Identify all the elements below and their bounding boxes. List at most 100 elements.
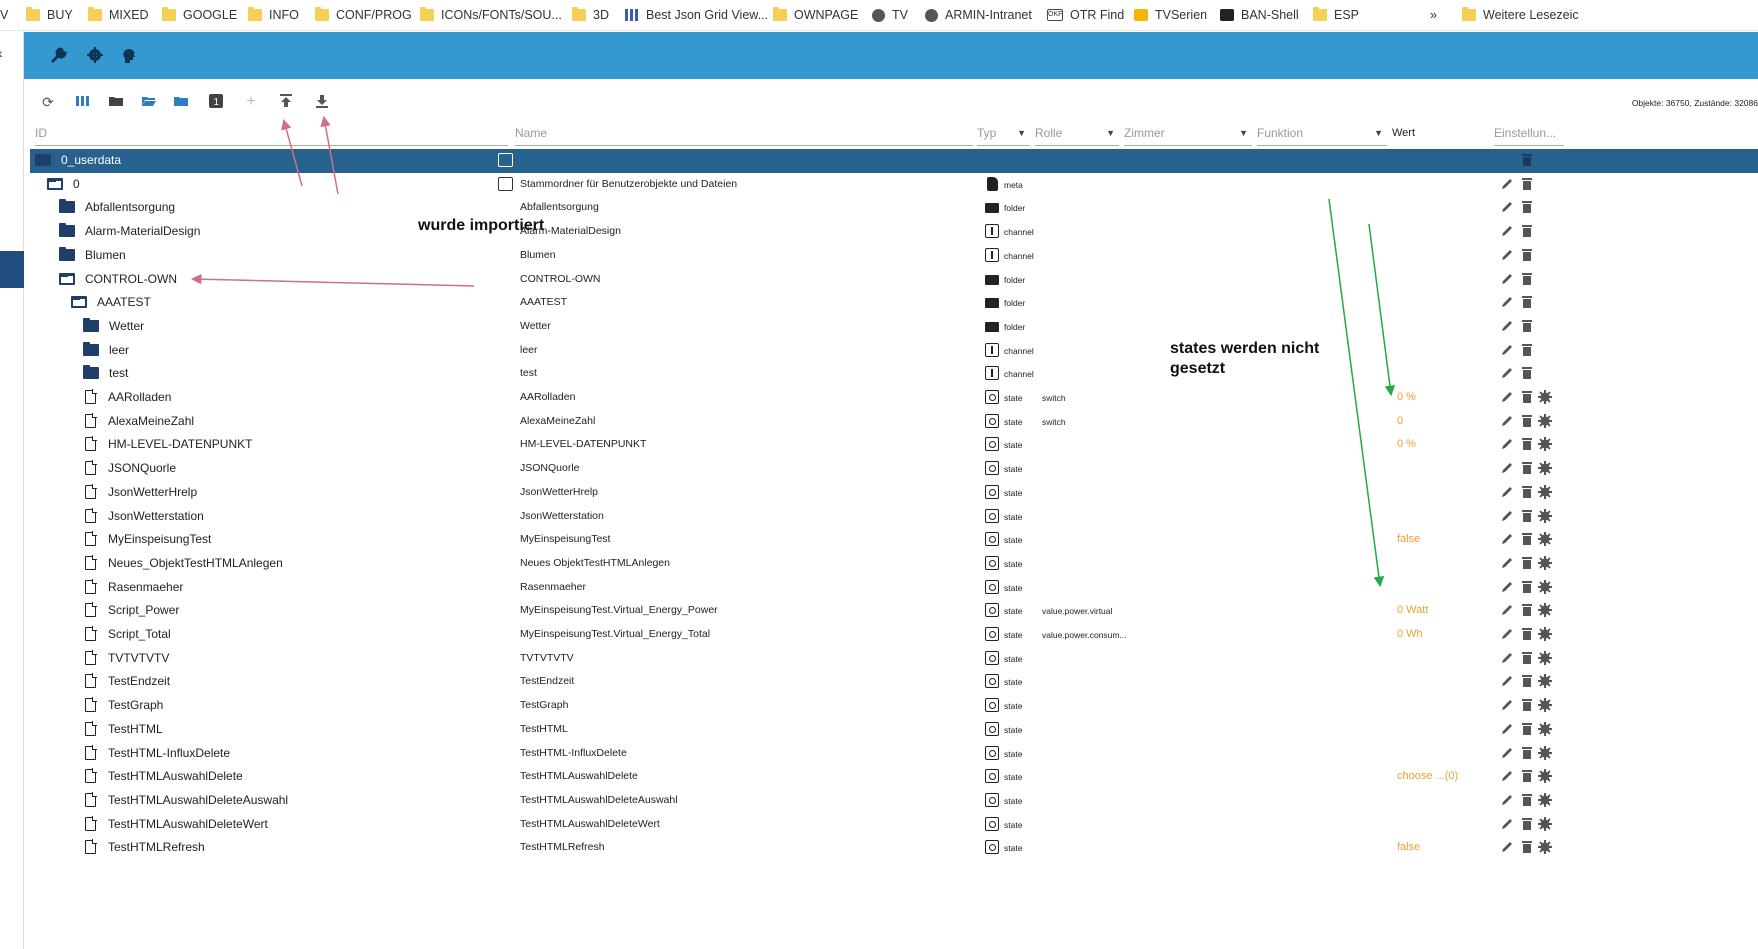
edit-icon[interactable] [1500, 627, 1514, 642]
tree-row[interactable]: TestHTMLAuswahlDelete TestHTMLAuswahlDele… [30, 765, 1758, 789]
left-strip-chevron[interactable]: ‹ [0, 45, 3, 61]
tree-row[interactable]: 0 Stammordner für Benutzerobjekte und Dat… [30, 173, 1758, 197]
gear-icon[interactable] [1538, 555, 1552, 571]
file-icon[interactable] [85, 507, 97, 523]
delete-icon[interactable] [1520, 769, 1534, 784]
delete-icon[interactable] [1520, 603, 1534, 618]
tree-row[interactable]: JsonWetterHrelp JsonWetterHrelp state [30, 481, 1758, 505]
delete-icon[interactable] [1520, 248, 1534, 263]
gear-icon[interactable] [1538, 603, 1552, 618]
file-icon[interactable] [85, 436, 97, 452]
folder-open-icon[interactable] [59, 272, 75, 285]
edit-icon[interactable] [1500, 319, 1514, 334]
bookmark-item[interactable]: OWNPAGE [773, 6, 858, 24]
bookmark-item[interactable]: V [0, 6, 8, 24]
edit-icon[interactable] [1500, 722, 1514, 737]
delete-icon[interactable] [1520, 461, 1534, 476]
id-cell[interactable]: HM-LEVEL-DATENPUNKT [83, 436, 252, 452]
delete-icon[interactable] [1520, 224, 1534, 239]
id-cell[interactable]: 0_userdata [35, 153, 121, 167]
tree-row[interactable]: MyEinspeisungTest MyEinspeisungTest state f… [30, 528, 1758, 552]
delete-icon[interactable] [1520, 343, 1534, 358]
delete-icon[interactable] [1520, 840, 1534, 855]
file-icon[interactable] [85, 791, 97, 807]
col-role-select[interactable]: Rolle ▼ [1035, 124, 1119, 146]
gear-icon[interactable] [1538, 413, 1552, 429]
tree-row[interactable]: CONTROL-OWN CONTROL-OWN folder [30, 268, 1758, 292]
gear-icon[interactable] [1538, 816, 1552, 832]
col-room-select[interactable]: Zimmer ▼ [1124, 124, 1252, 146]
tree-row[interactable]: HM-LEVEL-DATENPUNKT HM-LEVEL-DATENPUNKT st… [30, 433, 1758, 457]
delete-icon[interactable] [1520, 651, 1534, 666]
folder-open-icon[interactable] [35, 154, 51, 166]
tree-row[interactable]: Blumen Blumen channel [30, 244, 1758, 268]
delete-icon[interactable] [1520, 746, 1534, 761]
edit-icon[interactable] [1500, 224, 1514, 239]
gear-icon[interactable] [1538, 745, 1552, 761]
edit-icon[interactable] [1500, 366, 1514, 381]
delete-icon[interactable] [1520, 485, 1534, 500]
edit-icon[interactable] [1500, 272, 1514, 287]
id-cell[interactable]: TestHTMLAuswahlDelete [83, 768, 243, 784]
head-icon[interactable] [120, 46, 138, 64]
id-cell[interactable]: leer [83, 341, 129, 357]
delete-icon[interactable] [1520, 722, 1534, 737]
bookmark-item[interactable]: 3D [572, 6, 609, 24]
edit-icon[interactable] [1500, 200, 1514, 215]
upload-icon[interactable] [278, 94, 294, 110]
tree-row[interactable]: TestHTMLAuswahlDeleteWert TestHTMLAuswahl… [30, 813, 1758, 837]
edit-icon[interactable] [1500, 461, 1514, 476]
col-name-filter[interactable]: Name [515, 124, 973, 146]
tree-row[interactable]: AlexaMeineZahl AlexaMeineZahl state switch 0 [30, 410, 1758, 434]
object-value[interactable]: 0 Watt [1397, 604, 1428, 616]
delete-icon[interactable] [1520, 793, 1534, 808]
folder-icon[interactable] [83, 317, 99, 332]
gear-icon[interactable] [1538, 674, 1552, 689]
bookmark-item[interactable]: MIXED [88, 6, 149, 24]
edit-icon[interactable] [1500, 437, 1514, 452]
edit-icon[interactable] [1500, 580, 1514, 595]
id-cell[interactable]: Blumen [59, 246, 126, 262]
edit-icon[interactable] [1500, 651, 1514, 666]
gear-icon[interactable] [1538, 650, 1552, 666]
edit-icon[interactable] [1500, 485, 1514, 500]
id-cell[interactable]: Rasenmaeher [83, 578, 183, 594]
folder-open-icon[interactable] [141, 94, 157, 110]
delete-icon[interactable] [1520, 532, 1534, 547]
edit-icon[interactable] [1500, 698, 1514, 713]
tree-row[interactable]: test test channel [30, 362, 1758, 386]
tree-row[interactable]: TestHTMLRefresh TestHTMLRefresh state false [30, 836, 1758, 860]
gear-icon[interactable] [1538, 769, 1552, 784]
folder-blue-icon[interactable] [173, 94, 189, 110]
folder-icon[interactable] [59, 199, 75, 214]
folder-icon[interactable] [108, 94, 124, 110]
folder-icon[interactable] [83, 341, 99, 356]
number-one-icon[interactable]: 1 [208, 94, 224, 110]
id-cell[interactable]: Script_Power [83, 602, 179, 618]
edit-icon[interactable] [1500, 746, 1514, 761]
object-value[interactable]: false [1397, 533, 1420, 545]
col-type-select[interactable]: Typ ▼ [977, 124, 1030, 146]
edit-icon[interactable] [1500, 343, 1514, 358]
gear-icon[interactable] [1538, 390, 1552, 405]
file-icon[interactable] [85, 531, 97, 547]
left-strip-active-item[interactable] [0, 251, 24, 288]
folder-icon[interactable] [59, 223, 75, 238]
object-value[interactable]: choose ...(0) [1397, 770, 1458, 782]
tree-row[interactable]: Abfallentsorgung Abfallentsorgung folder [30, 196, 1758, 220]
col-function-select[interactable]: Funktion ▼ [1257, 124, 1387, 146]
gear-icon[interactable] [1538, 579, 1552, 595]
folder-open-icon[interactable] [71, 296, 87, 309]
id-cell[interactable]: TVTVTVTV [83, 649, 169, 665]
edit-icon[interactable] [1500, 674, 1514, 689]
id-cell[interactable]: TestHTMLAuswahlDeleteWert [83, 815, 268, 831]
bookmark-item[interactable]: Best Json Grid View... [625, 6, 768, 24]
id-cell[interactable]: JSONQuorle [83, 460, 176, 476]
gear-icon[interactable] [1538, 698, 1552, 713]
edit-icon[interactable] [1500, 532, 1514, 547]
gear-icon[interactable] [1538, 484, 1552, 500]
edit-icon[interactable] [1500, 390, 1514, 405]
id-cell[interactable]: 0 [47, 177, 80, 191]
folder-icon[interactable] [83, 365, 99, 380]
object-value[interactable]: false [1397, 841, 1420, 853]
